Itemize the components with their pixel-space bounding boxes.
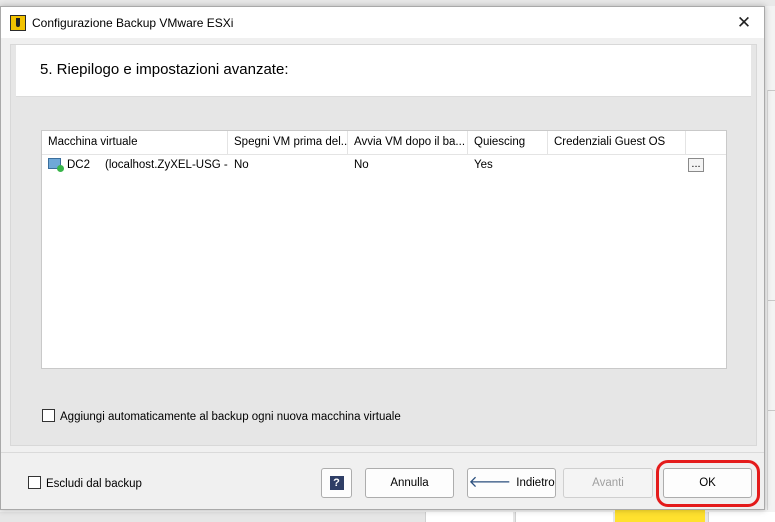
column-header-shutdown[interactable]: Spegni VM prima del... xyxy=(228,131,348,154)
background-right-panel xyxy=(767,90,775,510)
vm-cell: DC2 (localhost.ZyXEL-USG -... xyxy=(42,155,228,175)
credentials-button-cell: ... xyxy=(686,155,708,175)
grid-header: Macchina virtuale Spegni VM prima del...… xyxy=(42,131,726,155)
content-panel: 5. Riepilogo e impostazioni avanzate: Ma… xyxy=(10,44,757,446)
background-cell xyxy=(515,512,613,522)
column-header-quiescing[interactable]: Quiescing xyxy=(468,131,548,154)
background-cell xyxy=(708,512,775,522)
next-button[interactable]: Avanti xyxy=(563,468,653,498)
exclude-label: Escludi dal backup xyxy=(46,478,142,490)
vm-host: (localhost.ZyXEL-USG -... xyxy=(105,159,228,171)
close-button[interactable]: ✕ xyxy=(732,13,756,33)
background-divider xyxy=(768,410,775,411)
back-arrow-icon: 🡐 xyxy=(468,474,512,491)
auto-add-label: Aggiungi automaticamente al backup ogni … xyxy=(60,411,401,423)
background-divider xyxy=(768,300,775,301)
title-bar[interactable]: Configurazione Backup VMware ESXi ✕ xyxy=(1,7,764,38)
quiescing-cell[interactable]: Yes xyxy=(468,155,548,175)
exclude-option[interactable]: Escludi dal backup xyxy=(28,476,142,490)
table-row[interactable]: DC2 (localhost.ZyXEL-USG -... No No Yes .… xyxy=(42,155,726,175)
cancel-label: Annulla xyxy=(390,477,429,489)
close-icon: ✕ xyxy=(736,13,752,32)
cancel-button[interactable]: Annulla xyxy=(365,468,454,498)
step-header: 5. Riepilogo e impostazioni avanzate: xyxy=(16,45,751,97)
shutdown-cell[interactable]: No xyxy=(228,155,348,175)
step-title: 5. Riepilogo e impostazioni avanzate: xyxy=(40,61,289,78)
help-button[interactable]: ? xyxy=(321,468,352,498)
back-label: Indietro xyxy=(516,477,555,489)
column-header-start-after[interactable]: Avvia VM dopo il ba... xyxy=(348,131,468,154)
next-label: Avanti xyxy=(592,477,624,489)
column-header-vm[interactable]: Macchina virtuale xyxy=(42,131,228,154)
auto-add-checkbox[interactable] xyxy=(42,409,55,422)
help-icon: ? xyxy=(329,476,344,490)
column-header-spacer xyxy=(686,131,706,154)
background-divider xyxy=(768,90,775,91)
vm-name: DC2 xyxy=(67,159,91,171)
app-icon xyxy=(10,14,26,31)
backup-config-dialog: Configurazione Backup VMware ESXi ✕ 5. R… xyxy=(0,6,765,510)
vm-grid[interactable]: Macchina virtuale Spegni VM prima del...… xyxy=(41,130,727,369)
auto-add-option[interactable]: Aggiungi automaticamente al backup ogni … xyxy=(42,409,401,423)
background-cell xyxy=(425,512,513,522)
vm-icon xyxy=(48,158,64,172)
back-button[interactable]: 🡐 Indietro xyxy=(467,468,556,498)
exclude-checkbox[interactable] xyxy=(28,476,41,489)
column-header-credentials[interactable]: Credenziali Guest OS xyxy=(548,131,686,154)
footer-divider xyxy=(1,452,764,453)
ok-highlight-annotation xyxy=(656,460,760,507)
start-after-cell[interactable]: No xyxy=(348,155,468,175)
window-title: Configurazione Backup VMware ESXi xyxy=(32,15,234,30)
credentials-cell xyxy=(548,155,686,175)
credentials-browse-button[interactable]: ... xyxy=(688,157,704,172)
